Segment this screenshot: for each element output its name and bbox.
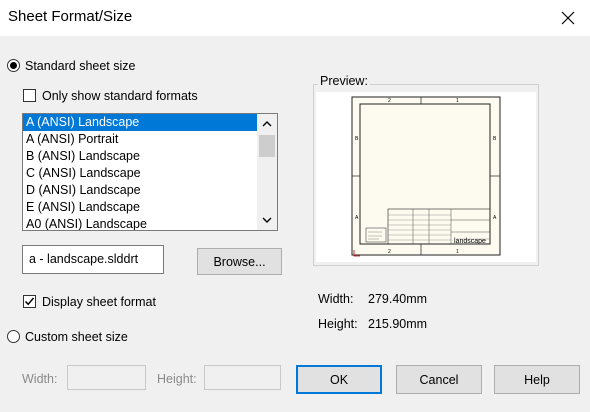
list-item[interactable]: C (ANSI) Landscape: [23, 165, 257, 182]
list-item[interactable]: A (ANSI) Landscape: [23, 114, 257, 131]
custom-size-label: Custom sheet size: [25, 330, 128, 344]
chevron-up-icon: [262, 120, 272, 126]
list-item[interactable]: B (ANSI) Landscape: [23, 148, 257, 165]
standard-size-label: Standard sheet size: [25, 59, 136, 73]
custom-size-radio[interactable]: [7, 330, 20, 343]
title-block-name: landscape: [454, 238, 486, 245]
browse-button[interactable]: Browse...: [197, 248, 282, 275]
display-format-label: Display sheet format: [42, 295, 156, 309]
custom-height-field[interactable]: [204, 365, 281, 390]
window-title: Sheet Format/Size: [8, 8, 133, 25]
cancel-button[interactable]: Cancel: [396, 365, 482, 394]
scroll-down-button[interactable]: [257, 211, 277, 228]
preview-height-label: Height:: [318, 317, 358, 331]
custom-width-label: Width:: [22, 372, 58, 386]
sheet-outline: [351, 96, 501, 256]
preview-width-label: Width:: [318, 292, 354, 306]
custom-height-label: Height:: [157, 372, 197, 386]
format-file-field[interactable]: a - landscape.slddrt: [22, 245, 164, 274]
preview-height-value: 215.90mm: [368, 317, 428, 331]
list-item[interactable]: E (ANSI) Landscape: [23, 199, 257, 216]
format-list-scrollbar[interactable]: [257, 114, 277, 230]
list-item[interactable]: D (ANSI) Landscape: [23, 182, 257, 199]
title-bar: Sheet Format/Size: [0, 0, 590, 36]
only-standard-label: Only show standard formats: [42, 89, 198, 103]
preview-label: Preview:: [318, 74, 370, 88]
zone-top-2: 2: [388, 98, 391, 104]
custom-width-field[interactable]: [67, 365, 146, 390]
zone-bottom-1: 1: [456, 249, 459, 255]
chevron-down-icon: [262, 217, 272, 223]
display-format-checkbox[interactable]: [23, 295, 36, 308]
list-item[interactable]: A (ANSI) Portrait: [23, 131, 257, 148]
list-item[interactable]: A0 (ANSI) Landscape: [23, 216, 257, 230]
scroll-up-button[interactable]: [257, 115, 277, 132]
close-button[interactable]: [546, 0, 590, 36]
preview-width-value: 279.40mm: [368, 292, 428, 306]
ok-button[interactable]: OK: [296, 365, 382, 394]
sheet-preview: 2 1 2 1 B A B A landscape: [316, 92, 536, 262]
only-standard-checkbox[interactable]: [23, 89, 36, 102]
zone-bottom-2: 2: [388, 249, 391, 255]
checkmark-icon: [24, 297, 35, 306]
standard-size-radio[interactable]: [7, 59, 20, 72]
close-icon: [561, 11, 575, 25]
scroll-thumb[interactable]: [259, 135, 275, 157]
zone-top-1: 1: [456, 98, 459, 104]
format-list: A (ANSI) Landscape A (ANSI) Portrait B (AN…: [23, 114, 257, 230]
help-button[interactable]: Help: [494, 365, 580, 394]
format-listbox[interactable]: A (ANSI) Landscape A (ANSI) Portrait B (AN…: [22, 113, 278, 231]
